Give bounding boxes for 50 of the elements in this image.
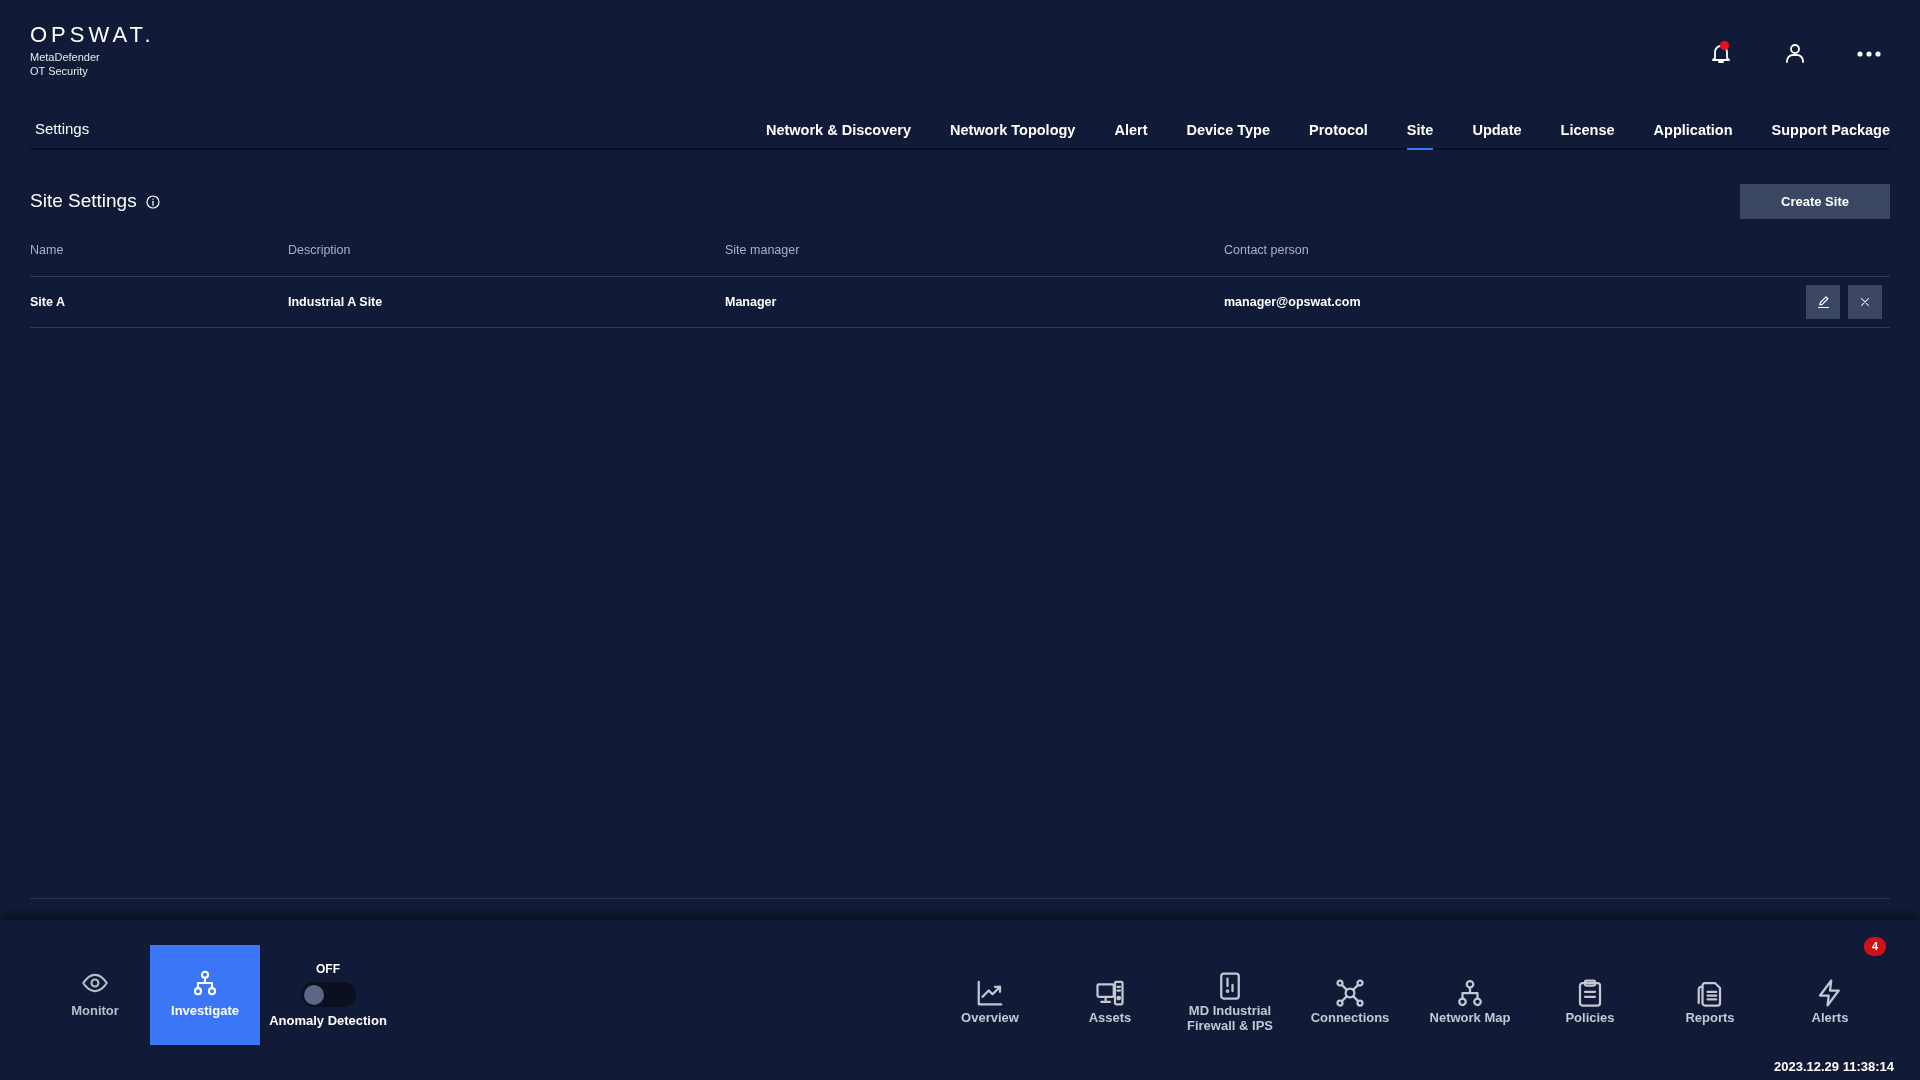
table-cell-text: Industrial A Site [288, 293, 384, 311]
column-header: Description [288, 242, 352, 260]
pencil-icon [1815, 294, 1831, 310]
settings-tab[interactable]: Alert [1114, 118, 1148, 150]
toggle-state-label: OFF [316, 960, 340, 978]
network-icon [1335, 978, 1365, 1008]
dock-item[interactable]: Assets [1050, 937, 1170, 1053]
user-icon [1783, 41, 1807, 66]
more-icon [1857, 50, 1881, 57]
logo: OPSWAT. [30, 24, 155, 46]
settings-tab[interactable]: Protocol [1309, 118, 1368, 150]
hierarchy-icon [191, 969, 219, 998]
table-cell-text: manager@opswat.com [1224, 293, 1362, 311]
settings-tab[interactable]: Network & Discovery [765, 118, 911, 150]
close-icon [1858, 295, 1872, 309]
product-edition: OT Security [30, 64, 89, 78]
dock-item[interactable]: Alerts 4 [1770, 937, 1890, 1053]
create-site-button[interactable]: Create Site [1740, 184, 1890, 219]
dock-item[interactable]: Connections [1290, 937, 1410, 1053]
settings-tab[interactable]: Device Type [1186, 118, 1271, 150]
column-header: Name [30, 242, 65, 260]
settings-tab[interactable]: License [1560, 118, 1615, 150]
count-badge: 4 [1863, 937, 1886, 956]
dock-item[interactable]: MD Industrial Firewall & IPS [1170, 937, 1290, 1053]
chart-icon [975, 978, 1005, 1008]
dock-item[interactable]: Policies [1530, 937, 1650, 1053]
column-header: Site manager [725, 242, 801, 260]
mode-button[interactable]: Investigate [150, 945, 260, 1045]
settings-tab[interactable]: Site [1406, 118, 1434, 150]
settings-tab[interactable]: Network Topology [950, 118, 1076, 150]
table-cell-text: Manager [725, 293, 778, 311]
anomaly-toggle[interactable] [300, 981, 356, 1007]
hierarchy-icon [1455, 978, 1485, 1008]
dock-item[interactable]: Network Map [1410, 937, 1530, 1053]
computer-icon [1095, 978, 1125, 1008]
section-title: Settings [34, 119, 91, 139]
timestamp: 2023.12.29 11:38:14 [1774, 1057, 1894, 1076]
settings-tab[interactable]: Update [1472, 118, 1522, 150]
settings-tab[interactable]: Support Package [1771, 118, 1890, 150]
settings-tab[interactable]: Application [1653, 118, 1733, 150]
dock-item[interactable]: Reports [1650, 937, 1770, 1053]
info-icon [144, 193, 161, 210]
table-cell-text: Site A [30, 293, 66, 311]
edit-button[interactable] [1806, 285, 1840, 319]
mode-button[interactable]: Monitor [40, 945, 150, 1045]
product-name: MetaDefender [30, 50, 101, 64]
column-header: Contact person [1224, 242, 1310, 260]
page-title: Site Settings [30, 189, 137, 214]
dock-item[interactable]: Overview [930, 937, 1050, 1053]
toggle-label: Anomaly Detection [269, 1011, 387, 1030]
